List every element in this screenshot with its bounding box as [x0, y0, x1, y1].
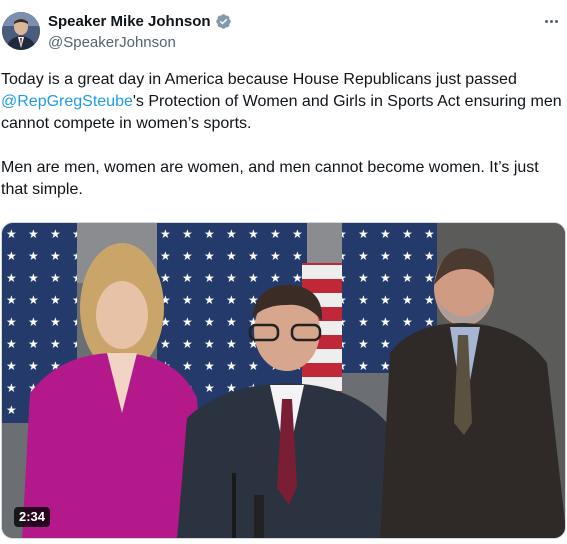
tweet-paragraph-2: Men are men, women are women, and men ca…: [1, 159, 539, 198]
tweet-card: Speaker Mike Johnson @SpeakerJohnson Tod…: [0, 0, 567, 544]
tweet-text: Today is a great day in America because …: [1, 69, 563, 201]
video-duration: 2:34: [14, 507, 51, 527]
verified-badge-icon: [215, 14, 231, 29]
video-thumbnail: ★: [2, 223, 565, 538]
author-handle[interactable]: @SpeakerJohnson: [48, 34, 176, 51]
author-name[interactable]: Speaker Mike Johnson: [48, 13, 211, 30]
avatar[interactable]: [2, 12, 40, 50]
mention-link[interactable]: @RepGregSteube: [1, 93, 133, 110]
tweet-paragraph-1: Today is a great day in America because …: [1, 69, 563, 135]
more-options-icon[interactable]: [539, 12, 563, 30]
profile-photo-icon: [2, 12, 40, 50]
author-name-row[interactable]: Speaker Mike Johnson: [48, 13, 232, 30]
video-player[interactable]: ★: [1, 222, 566, 539]
tweet-text-segment: Today is a great day in America because …: [1, 71, 517, 88]
